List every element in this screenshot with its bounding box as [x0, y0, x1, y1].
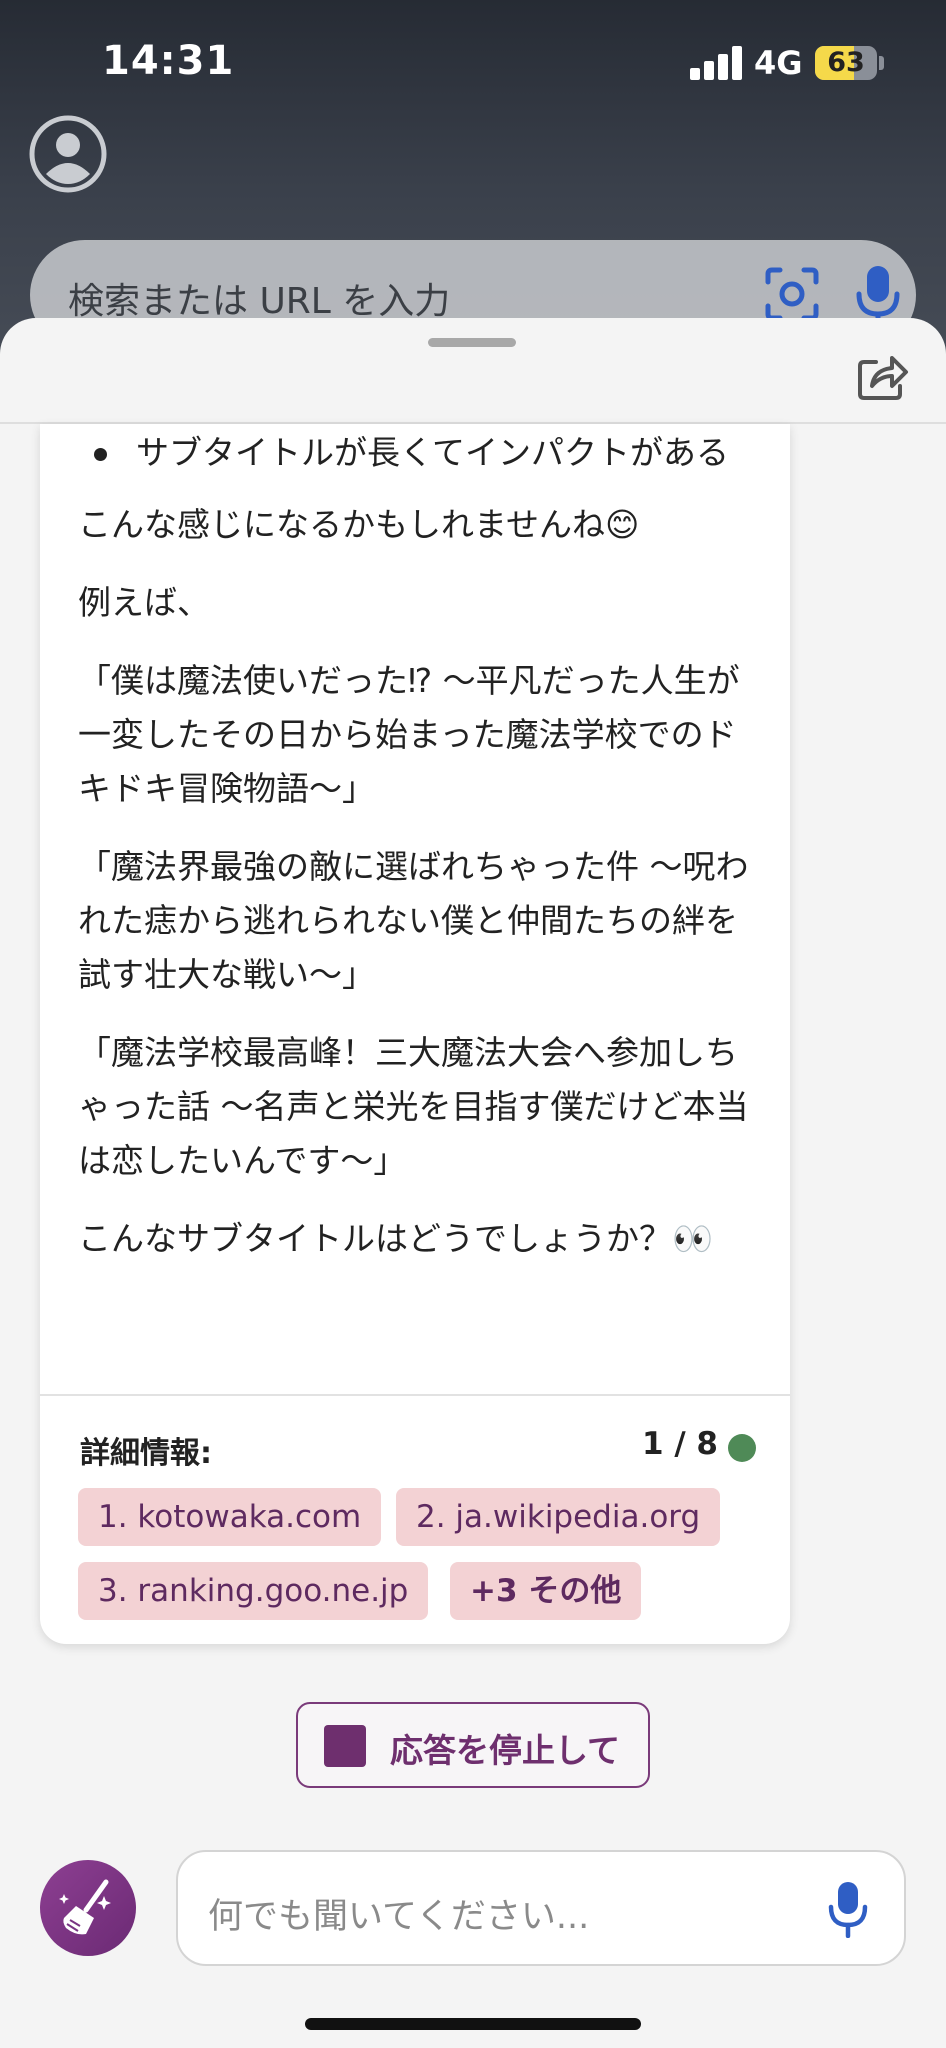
battery-level: 63: [827, 47, 865, 78]
citation-link[interactable]: 3. ranking.goo.ne.jp: [78, 1562, 429, 1620]
list-item-text: サブタイトルが長くてインパクトがある: [136, 433, 730, 472]
microphone-icon[interactable]: [826, 1880, 870, 1939]
home-indicator: [305, 2018, 641, 2030]
status-bar: 14:31 4G 63: [0, 0, 946, 120]
chat-input[interactable]: 何でも聞いてください...: [176, 1850, 906, 1966]
bullet-dot: [94, 448, 107, 461]
stop-response-button[interactable]: 応答を停止して: [296, 1702, 650, 1788]
more-citations-button[interactable]: +3 その他: [450, 1562, 642, 1620]
citation-link[interactable]: 2. ja.wikipedia.org: [396, 1488, 721, 1546]
message-paragraph: こんな感じになるかもしれませんね😊: [78, 505, 640, 544]
card-divider: [40, 1394, 790, 1396]
share-icon[interactable]: [856, 348, 910, 402]
network-type: 4G: [754, 44, 803, 82]
battery-icon: 63: [815, 46, 877, 80]
person-circle-icon[interactable]: [28, 114, 108, 194]
response-message: サブタイトルが長くてインパクトがある こんな感じになるかもしれませんね😊 例えば…: [78, 424, 768, 1290]
sheet-drag-handle[interactable]: [428, 338, 516, 347]
message-paragraph: 例えば、: [78, 583, 210, 622]
citation-link[interactable]: 1. kotowaka.com: [78, 1488, 382, 1546]
message-paragraph: 「魔法界最強の敵に選ばれちゃった件 〜呪われた痣から逃れられない僕と仲間たちの絆…: [78, 847, 749, 994]
camera-search-icon[interactable]: [764, 266, 820, 322]
battery-tip: [879, 56, 884, 70]
broom-icon[interactable]: [40, 1860, 136, 1956]
signal-icon: [690, 46, 742, 80]
message-paragraph: 「僕は魔法使いだった⁉ 〜平凡だった人生が一変したその日から始まった魔法学校での…: [78, 661, 740, 808]
response-card: サブタイトルが長くてインパクトがある こんな感じになるかもしれませんね😊 例えば…: [40, 424, 790, 1644]
details-label: 詳細情報:: [80, 1436, 212, 1471]
message-paragraph: こんなサブタイトルはどうでしょうか？👀: [78, 1219, 714, 1258]
response-pager: 1 / 8: [641, 1426, 718, 1462]
message-paragraph: 「魔法学校最高峰！三大魔法大会へ参加しちゃった話 〜名声と栄光を目指す僕だけど本…: [78, 1033, 749, 1180]
chat-input-placeholder: 何でも聞いてください...: [208, 1897, 590, 1937]
stop-icon: [324, 1725, 366, 1767]
status-dot: [728, 1434, 756, 1462]
chat-sheet: サブタイトルが長くてインパクトがある こんな感じになるかもしれませんね😊 例えば…: [0, 318, 946, 2048]
list-item: サブタイトルが長くてインパクトがある: [78, 426, 768, 480]
address-bar-placeholder: 検索または URL を入力: [68, 281, 451, 322]
stop-response-label: 応答を停止して: [390, 1731, 621, 1770]
status-time: 14:31: [102, 38, 235, 84]
